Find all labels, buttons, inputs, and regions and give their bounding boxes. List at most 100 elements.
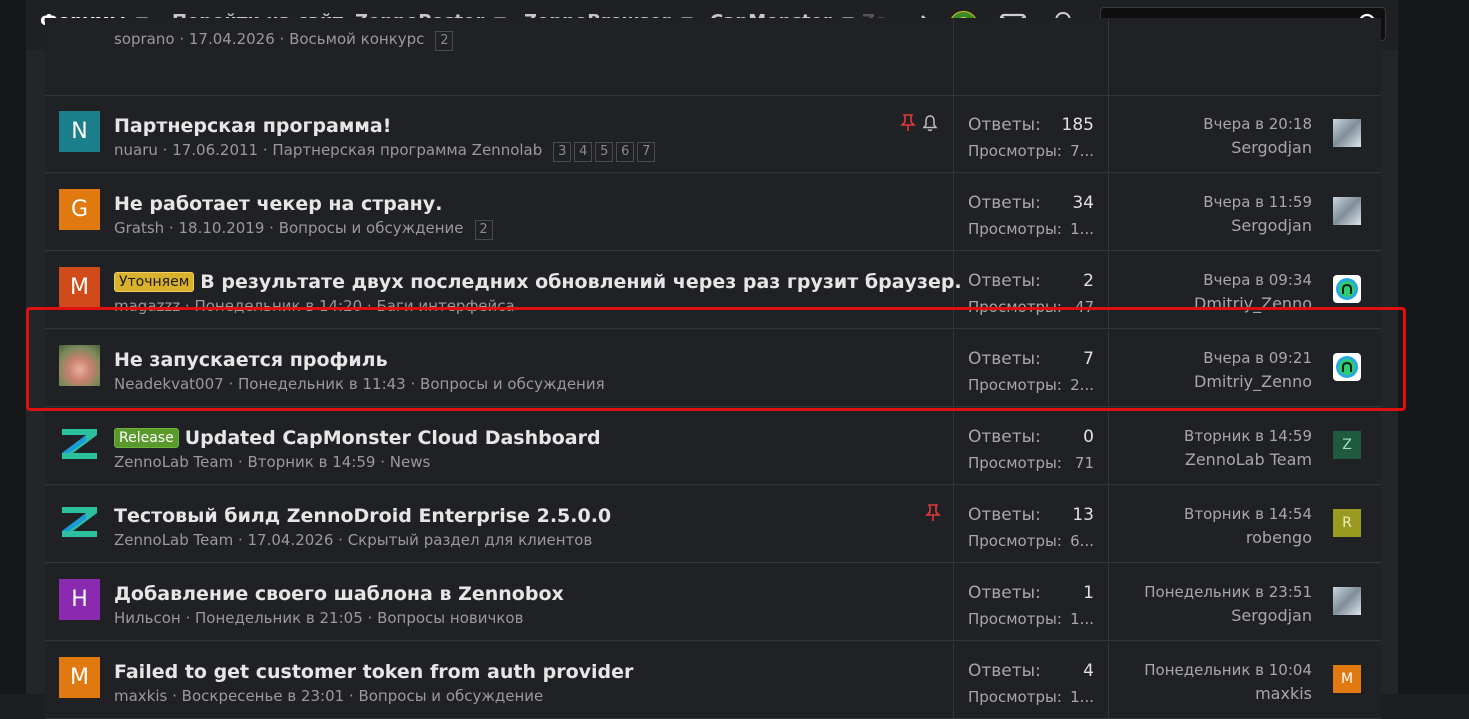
- avatar[interactable]: [59, 423, 100, 464]
- thread-author[interactable]: soprano: [114, 30, 175, 48]
- avatar[interactable]: Z: [1333, 431, 1361, 459]
- avatar[interactable]: [1333, 275, 1361, 303]
- avatar[interactable]: [1333, 587, 1361, 615]
- last-post-user[interactable]: ZennoLab Team: [1185, 450, 1312, 469]
- page-link[interactable]: 2: [435, 31, 454, 51]
- thread-date[interactable]: Воскресенье в 23:01: [182, 687, 344, 705]
- avatar[interactable]: G: [59, 189, 100, 230]
- last-post-user[interactable]: Sergodjan: [1231, 606, 1312, 625]
- page-link[interactable]: 4: [574, 142, 593, 162]
- views-label: Просмотры:: [968, 220, 1062, 238]
- thread-author[interactable]: Neadekvat007: [114, 375, 224, 393]
- page-link[interactable]: 7: [637, 142, 656, 162]
- pin-icon: [900, 114, 916, 131]
- thread-title[interactable]: Партнерская программа!: [114, 115, 391, 137]
- replies-count: 185: [1061, 115, 1094, 135]
- thread-forum[interactable]: Вопросы и обсуждения: [420, 375, 605, 393]
- views-count: 1...: [1070, 220, 1094, 238]
- table-row[interactable]: Не запускается профиль Neadekvat007 · По…: [45, 330, 1381, 407]
- thread-author[interactable]: nuaru: [114, 141, 158, 159]
- table-row[interactable]: Тестовый билд ZennoDroid Enterprise 2.5.…: [45, 486, 1381, 563]
- avatar[interactable]: M: [59, 657, 100, 698]
- avatar[interactable]: M: [59, 267, 100, 308]
- thread-author[interactable]: magazzz: [114, 297, 180, 315]
- avatar[interactable]: M: [1333, 665, 1361, 693]
- thread-author[interactable]: ZennoLab Team: [114, 453, 233, 471]
- thread-date[interactable]: 17.04.2026: [248, 531, 334, 549]
- thread-date[interactable]: Вторник в 14:59: [248, 453, 376, 471]
- thread-forum[interactable]: Вопросы и обсуждение: [279, 219, 464, 237]
- table-row[interactable]: M Failed to get customer token from auth…: [45, 642, 1381, 719]
- thread-title[interactable]: Не работает чекер на страну.: [114, 193, 442, 215]
- thread-forum[interactable]: News: [390, 453, 431, 471]
- zennolab-logo-icon: [62, 429, 97, 459]
- thread-author[interactable]: ZennoLab Team: [114, 531, 233, 549]
- thread-title[interactable]: Добавление своего шаблона в Zennobox: [114, 583, 564, 605]
- thread-date[interactable]: 18.10.2019: [179, 219, 265, 237]
- last-post-time[interactable]: Вторник в 14:59: [1184, 427, 1312, 445]
- thread-title[interactable]: Уточняем В результате двух последних обно…: [114, 271, 962, 294]
- last-post-time[interactable]: Вчера в 11:59: [1203, 193, 1312, 211]
- replies-label: Ответы:: [968, 115, 1041, 135]
- table-row[interactable]: G Не работает чекер на страну. Gratsh · …: [45, 174, 1381, 251]
- last-post-time[interactable]: Вчера в 09:34: [1203, 271, 1312, 289]
- thread-author[interactable]: Нильсон: [114, 609, 181, 627]
- thread-title[interactable]: Не запускается профиль: [114, 349, 388, 371]
- thread-forum[interactable]: Вопросы новичков: [377, 609, 523, 627]
- thread-title[interactable]: Тестовый билд ZennoDroid Enterprise 2.5.…: [114, 505, 611, 527]
- views-label: Просмотры:: [968, 298, 1062, 316]
- table-row[interactable]: N Партнерская программа! nuaru · 17.06.2…: [45, 96, 1381, 173]
- thread-title[interactable]: Release Updated CapMonster Cloud Dashboar…: [114, 427, 601, 450]
- page-link[interactable]: 2: [474, 220, 493, 240]
- avatar[interactable]: R: [1333, 509, 1361, 537]
- thread-meta: ZennoLab Team · 17.04.2026 · Скрытый раз…: [114, 531, 593, 549]
- thread-forum[interactable]: Вопросы и обсуждение: [358, 687, 543, 705]
- thread-date[interactable]: 17.04.2026: [189, 30, 275, 48]
- last-post-user[interactable]: Dmitriy_Zenno: [1194, 372, 1312, 391]
- views-count: 7...: [1070, 142, 1094, 160]
- thread-author[interactable]: Gratsh: [114, 219, 164, 237]
- views-label: Просмотры:: [968, 142, 1062, 160]
- avatar[interactable]: N: [59, 111, 100, 152]
- thread-forum[interactable]: Баги интерфейса: [377, 297, 515, 315]
- table-row[interactable]: M Уточняем В результате двух последних об…: [45, 252, 1381, 329]
- avatar[interactable]: [59, 345, 100, 386]
- table-row[interactable]: soprano · 17.04.2026 · Восьмой конкурс 2: [45, 18, 1381, 96]
- replies-label: Ответы:: [968, 505, 1041, 525]
- table-row[interactable]: Н Добавление своего шаблона в Zennobox Н…: [45, 564, 1381, 641]
- thread-date[interactable]: Понедельник в 21:05: [195, 609, 363, 627]
- last-post-user[interactable]: Dmitriy_Zenno: [1194, 294, 1312, 313]
- avatar[interactable]: Н: [59, 579, 100, 620]
- last-post-user[interactable]: Sergodjan: [1231, 216, 1312, 235]
- thread-list: soprano · 17.04.2026 · Восьмой конкурс 2 …: [45, 18, 1381, 719]
- thread-author[interactable]: maxkis: [114, 687, 167, 705]
- avatar[interactable]: [59, 501, 100, 542]
- page-link[interactable]: 6: [616, 142, 635, 162]
- page-link[interactable]: 3: [553, 142, 572, 162]
- thread-prefix[interactable]: Release: [114, 428, 179, 448]
- last-post-time[interactable]: Вторник в 14:54: [1184, 505, 1312, 523]
- avatar[interactable]: [1333, 119, 1361, 147]
- last-post-time[interactable]: Понедельник в 10:04: [1144, 661, 1312, 679]
- thread-forum[interactable]: Восьмой конкурс: [289, 30, 424, 48]
- replies-label: Ответы:: [968, 427, 1041, 447]
- thread-date[interactable]: Понедельник в 14:20: [194, 297, 362, 315]
- thread-date[interactable]: Понедельник в 11:43: [238, 375, 406, 393]
- thread-forum[interactable]: Скрытый раздел для клиентов: [348, 531, 593, 549]
- table-row[interactable]: Release Updated CapMonster Cloud Dashboar…: [45, 408, 1381, 485]
- last-post-time[interactable]: Понедельник в 23:51: [1144, 583, 1312, 601]
- thread-title[interactable]: Failed to get customer token from auth p…: [114, 661, 633, 683]
- views-count: 71: [1074, 454, 1094, 472]
- page-link[interactable]: 5: [595, 142, 614, 162]
- page-gutter-right: [1398, 0, 1469, 694]
- avatar[interactable]: [1333, 353, 1361, 381]
- last-post-user[interactable]: Sergodjan: [1231, 138, 1312, 157]
- thread-prefix[interactable]: Уточняем: [114, 272, 195, 292]
- thread-forum[interactable]: Партнерская программа Zennolab: [272, 141, 542, 159]
- last-post-user[interactable]: robengo: [1246, 528, 1312, 547]
- views-count: 1...: [1070, 610, 1094, 628]
- last-post-time[interactable]: Вчера в 09:21: [1203, 349, 1312, 367]
- last-post-time[interactable]: Вчера в 20:18: [1203, 115, 1312, 133]
- thread-date[interactable]: 17.06.2011: [172, 141, 258, 159]
- avatar[interactable]: [1333, 197, 1361, 225]
